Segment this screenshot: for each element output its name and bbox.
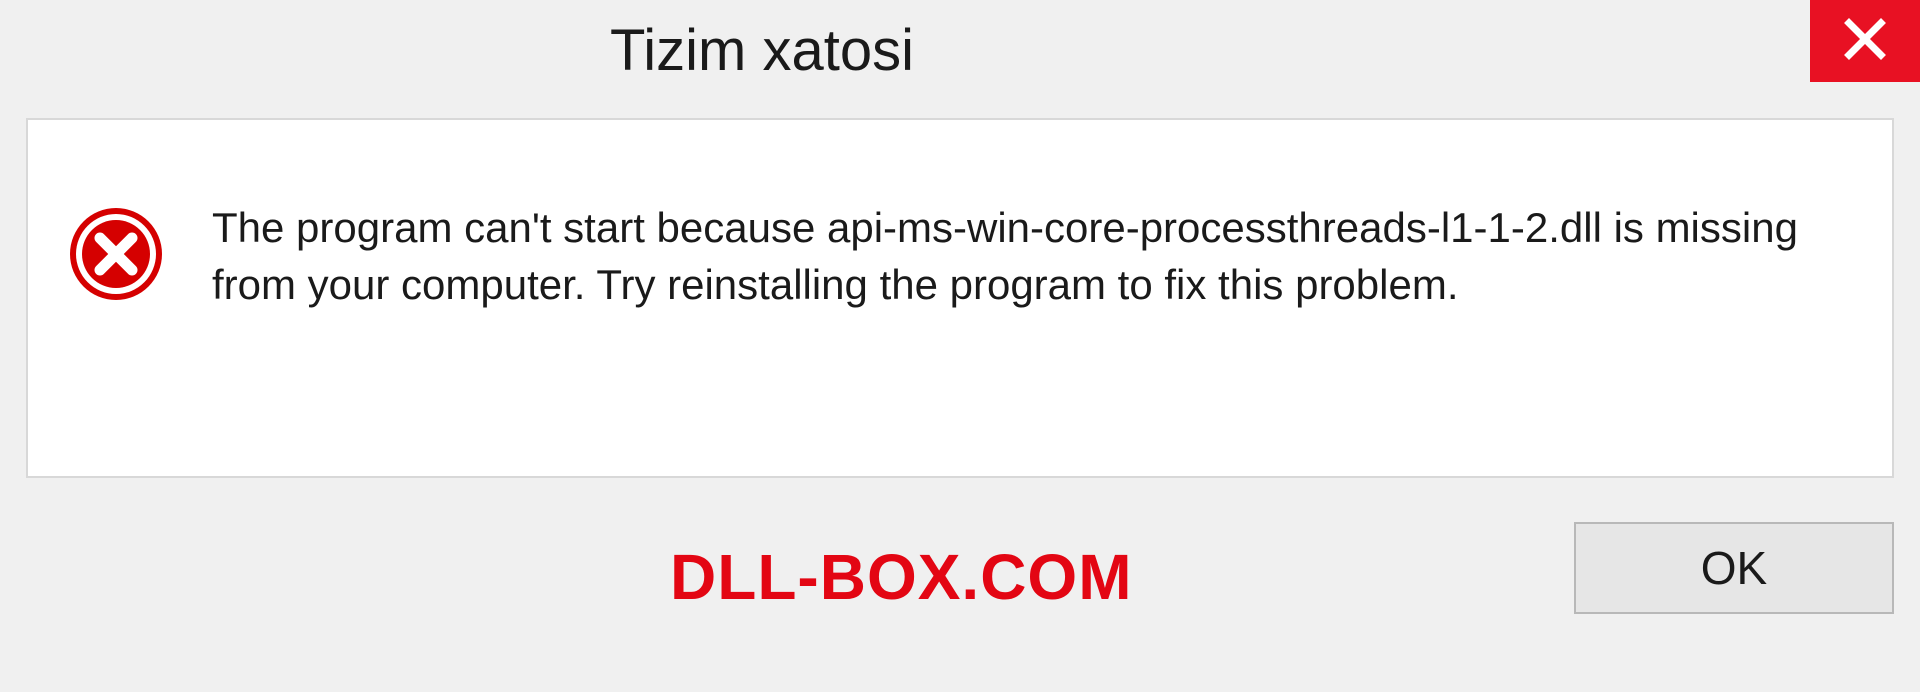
error-dialog: Tizim xatosi The program can't start bec… [0,0,1920,692]
error-icon [68,206,164,302]
content-area: The program can't start because api-ms-w… [26,118,1894,478]
close-button[interactable] [1810,0,1920,82]
watermark-text: DLL-BOX.COM [670,540,1133,614]
error-message: The program can't start because api-ms-w… [212,200,1842,313]
titlebar: Tizim xatosi [0,0,1920,100]
footer: DLL-BOX.COM OK [0,478,1920,658]
close-icon [1843,17,1887,66]
ok-button[interactable]: OK [1574,522,1894,614]
ok-button-label: OK [1701,541,1767,595]
dialog-title: Tizim xatosi [610,17,914,84]
